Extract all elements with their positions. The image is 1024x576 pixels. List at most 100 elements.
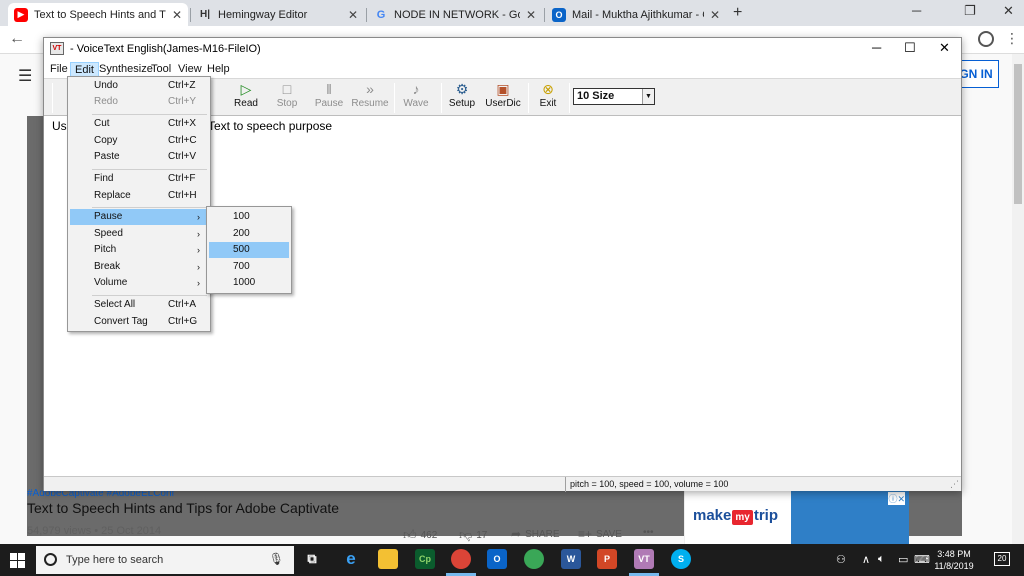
chrome-icon[interactable] (451, 549, 471, 569)
browser-tab-hemingway[interactable]: H| Hemingway Editor ✕ (192, 3, 364, 26)
pause-option-1000[interactable]: 1000 (209, 275, 289, 291)
microphone-icon[interactable]: 🎙︎ (269, 552, 284, 566)
menu-item-replace[interactable]: Replace Ctrl+H (70, 188, 208, 204)
menu-item-cut[interactable]: Cut Ctrl+X (70, 116, 208, 132)
network-icon[interactable]: ▭ (898, 553, 908, 566)
notification-center-icon[interactable]: 20 (994, 552, 1010, 566)
chrome-profile-icon[interactable] (524, 549, 544, 569)
like-button[interactable]: 👍︎ 462 (403, 527, 437, 543)
tab-title: Hemingway Editor (218, 8, 308, 21)
voicetext-taskbar-icon[interactable]: VT (634, 549, 654, 569)
resume-button[interactable]: » Resume (348, 81, 392, 115)
menu-item-copy[interactable]: Copy Ctrl+C (70, 133, 208, 149)
save-button[interactable]: ≡+ SAVE (578, 527, 622, 541)
google-icon: G (376, 8, 386, 21)
menu-item-find[interactable]: Find Ctrl+F (70, 171, 208, 187)
skype-icon[interactable]: S (671, 549, 691, 569)
exit-button[interactable]: ⊗ Exit (526, 81, 570, 115)
browser-close-button[interactable]: ✕ (1003, 3, 1014, 19)
menu-item-redo[interactable]: Redo Ctrl+Y (70, 94, 208, 110)
menu-item-undo[interactable]: Undo Ctrl+Z (70, 78, 208, 94)
resume-icon: » (366, 81, 374, 97)
browser-minimize-button[interactable]: ─ (912, 3, 921, 18)
taskbar-search-input[interactable]: Type here to search 🎙︎ (36, 546, 294, 574)
wave-label: Wave (403, 98, 429, 109)
stop-button[interactable]: □ Stop (265, 81, 309, 115)
menu-item-break[interactable]: Break › (70, 259, 208, 275)
captivate-icon[interactable]: Cp (415, 549, 435, 569)
close-icon[interactable]: ✕ (348, 8, 358, 22)
menu-item-pause[interactable]: Pause › (70, 209, 208, 225)
volume-icon[interactable]: 🔈︎ (878, 553, 885, 566)
share-button[interactable]: ➦ SHARE (511, 527, 560, 541)
powerpoint-icon[interactable]: P (597, 549, 617, 569)
font-size-select[interactable]: 10 Size ▼ (573, 88, 655, 105)
menu-item-paste[interactable]: Paste Ctrl+V (70, 149, 208, 165)
new-tab-button[interactable]: + (733, 4, 742, 22)
hamburger-menu-icon[interactable]: ☰ (18, 66, 32, 86)
pause-button[interactable]: ‖ Pause (307, 81, 351, 115)
save-label: SAVE (596, 528, 622, 540)
window-title-bar[interactable]: VT - VoiceText English(James-M16-FileIO)… (44, 38, 961, 60)
resume-label: Resume (351, 98, 389, 109)
exit-icon: ⊗ (542, 81, 554, 97)
menu-separator (92, 114, 207, 115)
pause-label: Pause (314, 98, 344, 109)
dictionary-icon: ▣ (496, 81, 510, 97)
setup-button[interactable]: ⚙ Setup (440, 81, 484, 115)
menu-item-select-all[interactable]: Select All Ctrl+A (70, 297, 208, 313)
browser-tab-youtube[interactable]: ▶ Text to Speech Hints and Tips for Ad ✕ (8, 3, 188, 26)
page-scrollbar[interactable] (1012, 54, 1024, 544)
people-icon[interactable]: ⚇ (836, 553, 846, 566)
close-icon[interactable]: ✕ (710, 8, 720, 22)
maximize-button[interactable]: ☐ (904, 40, 916, 56)
menu-separator (92, 295, 207, 296)
outlook-icon[interactable]: O (487, 549, 507, 569)
pause-option-700[interactable]: 700 (209, 259, 289, 275)
scrollbar-thumb[interactable] (1014, 64, 1022, 204)
chevron-down-icon[interactable]: ▼ (642, 89, 654, 104)
word-icon[interactable]: W (561, 549, 581, 569)
wave-icon: ♪ (412, 81, 420, 97)
browser-restore-button[interactable]: ❐ (964, 3, 976, 19)
profile-avatar-icon[interactable] (978, 31, 994, 47)
close-icon[interactable]: ✕ (172, 8, 182, 22)
keyboard-icon[interactable]: ⌨ (914, 553, 930, 566)
setup-icon: ⚙ (455, 81, 469, 97)
userdic-button[interactable]: ▣ UserDic (481, 81, 525, 115)
menu-item-pitch[interactable]: Pitch › (70, 242, 208, 258)
pause-option-200[interactable]: 200 (209, 226, 289, 242)
browser-tab-outlook[interactable]: O Mail - Muktha Ajithkumar - Outlo ✕ (546, 3, 726, 26)
youtube-icon: ▶ (14, 7, 28, 22)
menu-item-volume[interactable]: Volume › (70, 275, 208, 291)
minimize-button[interactable]: ─ (872, 40, 881, 55)
stop-icon: □ (282, 81, 292, 97)
chevron-up-icon[interactable]: ∧ (862, 553, 870, 566)
menu-item-convert-tag[interactable]: Convert Tag Ctrl+G (70, 314, 208, 330)
browser-tab-google[interactable]: G NODE IN NETWORK - Google Se ✕ (368, 3, 542, 26)
status-voice-params: pitch = 100, speed = 100, volume = 100 (565, 477, 728, 492)
search-placeholder: Type here to search (66, 554, 164, 566)
exit-label: Exit (539, 98, 557, 109)
menu-item-speed[interactable]: Speed › (70, 226, 208, 242)
file-explorer-icon[interactable] (378, 549, 398, 569)
task-view-icon[interactable]: ⧉ (302, 549, 322, 569)
edge-icon[interactable]: e (341, 549, 361, 569)
kebab-menu-icon[interactable]: ⋮ (1005, 30, 1019, 47)
browser-tab-bar: ▶ Text to Speech Hints and Tips for Ad ✕… (0, 0, 1024, 26)
advertisement-banner[interactable]: make my trip ⓘ✕ (684, 490, 909, 547)
close-icon[interactable]: ✕ (526, 8, 536, 22)
windows-start-icon[interactable] (10, 553, 25, 568)
back-arrow-icon[interactable]: ← (9, 30, 25, 48)
ad-close-icon[interactable]: ⓘ✕ (888, 492, 905, 505)
more-actions-button[interactable]: ••• (643, 527, 654, 538)
wave-button[interactable]: ♪ Wave (394, 81, 438, 115)
font-size-value: 10 Size (577, 90, 615, 102)
close-button[interactable]: ✕ (939, 40, 950, 56)
pause-option-500[interactable]: 500 (209, 242, 289, 258)
dislike-button[interactable]: 👎︎ 17 (459, 527, 487, 543)
pause-option-100[interactable]: 100 (209, 209, 289, 225)
system-clock[interactable]: 3:48 PM 11/8/2019 (930, 548, 978, 572)
read-button[interactable]: ▷ Read (224, 81, 268, 115)
resize-grip-icon[interactable]: ⋰ (950, 479, 959, 490)
